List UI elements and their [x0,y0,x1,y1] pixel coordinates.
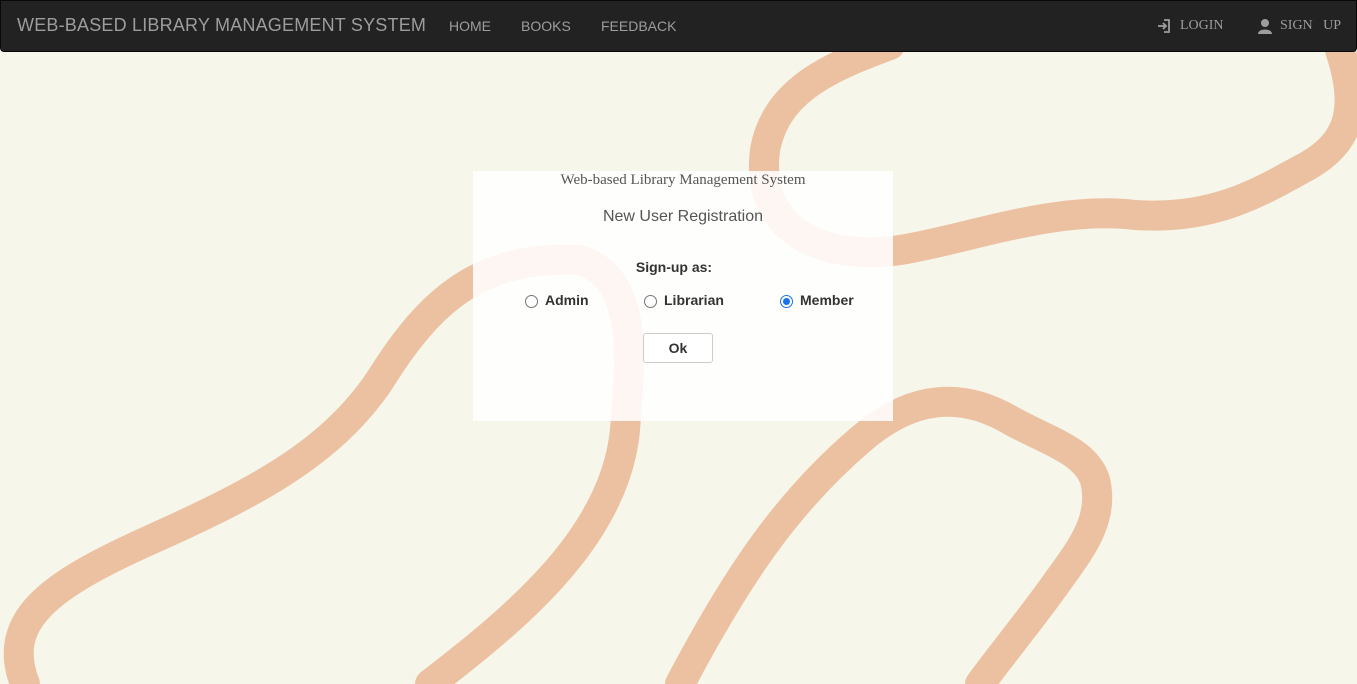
login-label: LOGIN [1180,18,1224,33]
role-option-librarian[interactable]: Librarian [644,291,724,308]
signup-link[interactable]: SIGN UP [1258,18,1341,34]
librarian-label: Librarian [664,291,724,308]
admin-label: Admin [545,291,589,308]
registration-panel: Web-based Library Management System New … [473,171,893,421]
admin-radio[interactable] [525,295,538,308]
role-option-admin[interactable]: Admin [525,291,589,308]
brand-title[interactable]: WEB-BASED LIBRARY MANAGEMENT SYSTEM [17,15,426,36]
top-navbar: WEB-BASED LIBRARY MANAGEMENT SYSTEM HOME… [0,0,1357,52]
wave-stroke-3 [665,386,1113,684]
signup-as-label: Sign-up as: [635,259,713,275]
ok-button[interactable]: Ok [643,333,713,363]
system-title: Web-based Library Management System [560,172,806,188]
librarian-radio[interactable] [644,295,657,308]
nav-books[interactable]: BOOKS [521,18,571,34]
member-radio[interactable] [780,295,793,308]
member-label: Member [800,291,854,308]
login-link[interactable]: LOGIN [1156,18,1224,34]
nav-home[interactable]: HOME [449,18,491,34]
login-icon [1156,18,1172,34]
registration-title: New User Registration [602,208,764,225]
nav-feedback[interactable]: FEEDBACK [601,18,676,34]
user-icon [1258,18,1272,34]
role-option-member[interactable]: Member [780,291,854,308]
signup-label: SIGN UP [1280,18,1342,33]
